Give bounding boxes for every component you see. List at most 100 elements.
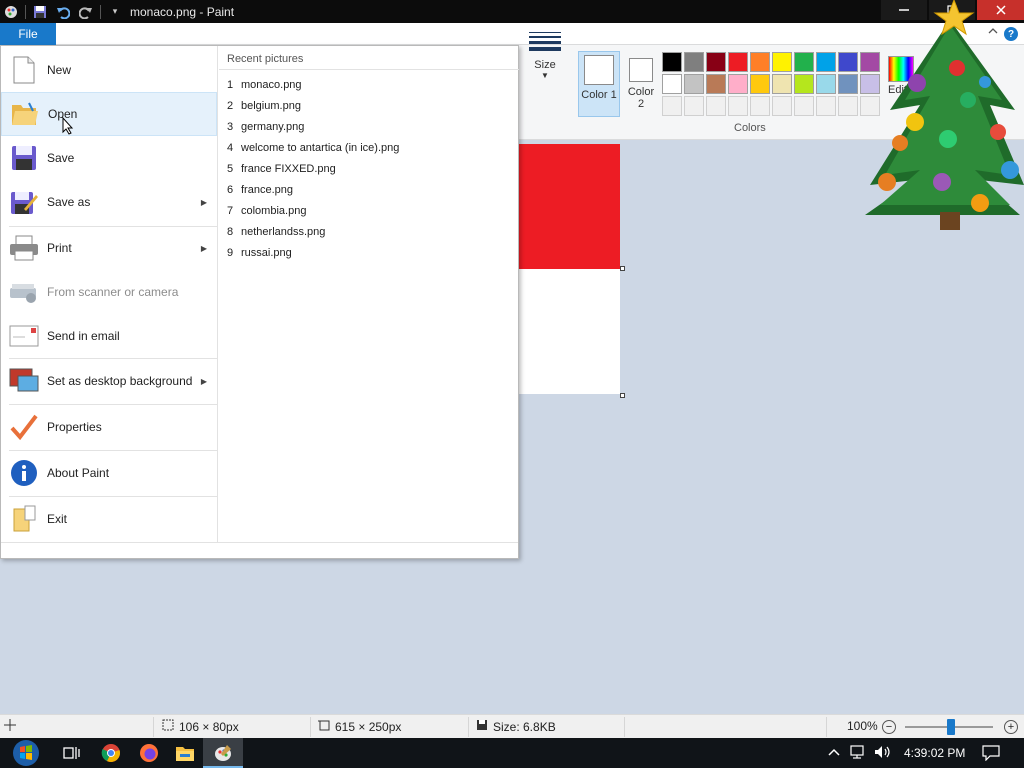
palette-custom-slot[interactable]	[772, 96, 792, 116]
action-center-icon[interactable]	[982, 745, 1000, 764]
recent-file-name: netherlandss.png	[241, 226, 326, 238]
paint-icon	[211, 741, 235, 765]
color2-button[interactable]: Color 2	[624, 51, 658, 117]
status-divider	[310, 717, 311, 737]
palette-swatch[interactable]	[816, 74, 836, 94]
palette-swatch[interactable]	[794, 52, 814, 72]
palette-swatch[interactable]	[750, 52, 770, 72]
zoom-slider-thumb[interactable]	[947, 719, 955, 735]
palette-custom-slot[interactable]	[706, 96, 726, 116]
palette-swatch[interactable]	[728, 74, 748, 94]
menu-item-send-email[interactable]: Send in email	[1, 314, 217, 358]
color-palette	[662, 52, 880, 116]
menu-item-new[interactable]: New	[1, 48, 217, 92]
selection-size: 106 × 80px	[162, 719, 239, 734]
palette-custom-slot[interactable]	[750, 96, 770, 116]
recent-file-number: 4	[227, 142, 234, 154]
cursor-position	[4, 719, 16, 734]
palette-swatch[interactable]	[816, 52, 836, 72]
recent-file-item[interactable]: 1 monaco.png	[227, 79, 302, 91]
customize-qat-icon[interactable]: ▾	[106, 3, 124, 21]
menu-item-from-scanner[interactable]: From scanner or camera	[1, 270, 217, 314]
chrome-icon[interactable]	[99, 741, 123, 765]
palette-custom-slot[interactable]	[794, 96, 814, 116]
recent-file-number: 7	[227, 205, 234, 217]
recent-file-item[interactable]: 5 france FIXXED.png	[227, 163, 336, 175]
palette-custom-slot[interactable]	[662, 96, 682, 116]
zoom-out-button[interactable]: −	[882, 720, 896, 734]
recent-file-name: colombia.png	[241, 205, 307, 217]
clock-time[interactable]: 4:39:02 PM	[904, 746, 965, 760]
recent-file-item[interactable]: 8 netherlandss.png	[227, 226, 325, 238]
palette-swatch[interactable]	[684, 74, 704, 94]
palette-swatch[interactable]	[728, 52, 748, 72]
firefox-icon[interactable]	[137, 741, 161, 765]
recent-file-item[interactable]: 2 belgium.png	[227, 100, 301, 112]
christmas-tree-decoration	[860, 0, 1024, 235]
menu-item-properties[interactable]: Properties	[1, 405, 217, 449]
save-disk-icon	[9, 143, 39, 173]
status-divider	[826, 717, 827, 737]
redo-icon[interactable]	[77, 3, 95, 21]
status-divider	[468, 717, 469, 737]
zoom-in-button[interactable]: +	[1004, 720, 1018, 734]
recent-file-item[interactable]: 3 germany.png	[227, 121, 304, 133]
recent-divider	[219, 69, 519, 70]
palette-custom-slot[interactable]	[838, 96, 858, 116]
save-as-icon	[9, 187, 39, 217]
color1-button[interactable]: Color 1	[578, 51, 620, 117]
palette-swatch[interactable]	[794, 74, 814, 94]
submenu-arrow-icon: ▶	[200, 197, 207, 207]
menu-item-print[interactable]: Print ▶	[1, 226, 217, 270]
recent-file-number: 2	[227, 100, 234, 112]
file-tab[interactable]: File	[0, 23, 56, 45]
resize-handle-right[interactable]	[620, 266, 625, 271]
canvas-red-band	[518, 144, 620, 269]
taskbar: 4:39:02 PM	[0, 738, 1024, 768]
menu-item-set-desktop-background[interactable]: Set as desktop background ▶	[1, 359, 217, 403]
palette-swatch[interactable]	[706, 52, 726, 72]
palette-swatch[interactable]	[706, 74, 726, 94]
palette-custom-slot[interactable]	[728, 96, 748, 116]
drawing-canvas[interactable]	[518, 144, 620, 394]
palette-custom-slot[interactable]	[816, 96, 836, 116]
submenu-arrow-icon: ▶	[200, 376, 207, 386]
menu-item-save[interactable]: Save	[1, 136, 217, 180]
file-explorer-icon[interactable]	[173, 741, 197, 765]
menu-label-about-paint: About Paint	[47, 466, 110, 480]
palette-swatch[interactable]	[662, 52, 682, 72]
palette-swatch[interactable]	[772, 52, 792, 72]
palette-swatch[interactable]	[838, 74, 858, 94]
palette-swatch[interactable]	[684, 52, 704, 72]
palette-custom-slot[interactable]	[684, 96, 704, 116]
save-icon[interactable]	[31, 3, 49, 21]
undo-icon[interactable]	[54, 3, 72, 21]
palette-swatch[interactable]	[838, 52, 858, 72]
menu-item-exit[interactable]: Exit	[1, 497, 217, 541]
menu-item-about-paint[interactable]: About Paint	[1, 451, 217, 495]
recent-file-name: welcome to antartica (in ice).png	[241, 142, 400, 154]
paint-taskbar-button[interactable]	[203, 738, 243, 768]
palette-swatch[interactable]	[772, 74, 792, 94]
network-icon[interactable]	[850, 745, 868, 762]
paint-app-icon[interactable]	[2, 3, 20, 21]
scanner-camera-icon	[9, 277, 39, 307]
recent-file-item[interactable]: 6 france.png	[227, 184, 293, 196]
recent-file-item[interactable]: 9 russai.png	[227, 247, 292, 259]
show-hidden-icons-icon[interactable]	[828, 745, 840, 760]
palette-swatch[interactable]	[750, 74, 770, 94]
start-button[interactable]	[8, 738, 44, 768]
menu-label-exit: Exit	[47, 512, 68, 526]
recent-file-item[interactable]: 4 welcome to antartica (in ice).png	[227, 142, 399, 154]
menu-label-from-scanner: From scanner or camera	[47, 285, 179, 299]
palette-swatch[interactable]	[662, 74, 682, 94]
recent-file-item[interactable]: 7 colombia.png	[227, 205, 306, 217]
menu-label-save-as: Save as	[47, 195, 91, 209]
volume-icon[interactable]	[874, 745, 892, 762]
menu-item-save-as[interactable]: Save as ▶	[1, 180, 217, 224]
size-button[interactable]: Size ▼	[525, 32, 565, 112]
resize-handle-corner[interactable]	[620, 393, 625, 398]
menu-item-open[interactable]: Open	[1, 92, 217, 136]
status-divider	[153, 717, 154, 737]
task-view-icon[interactable]	[60, 741, 84, 765]
